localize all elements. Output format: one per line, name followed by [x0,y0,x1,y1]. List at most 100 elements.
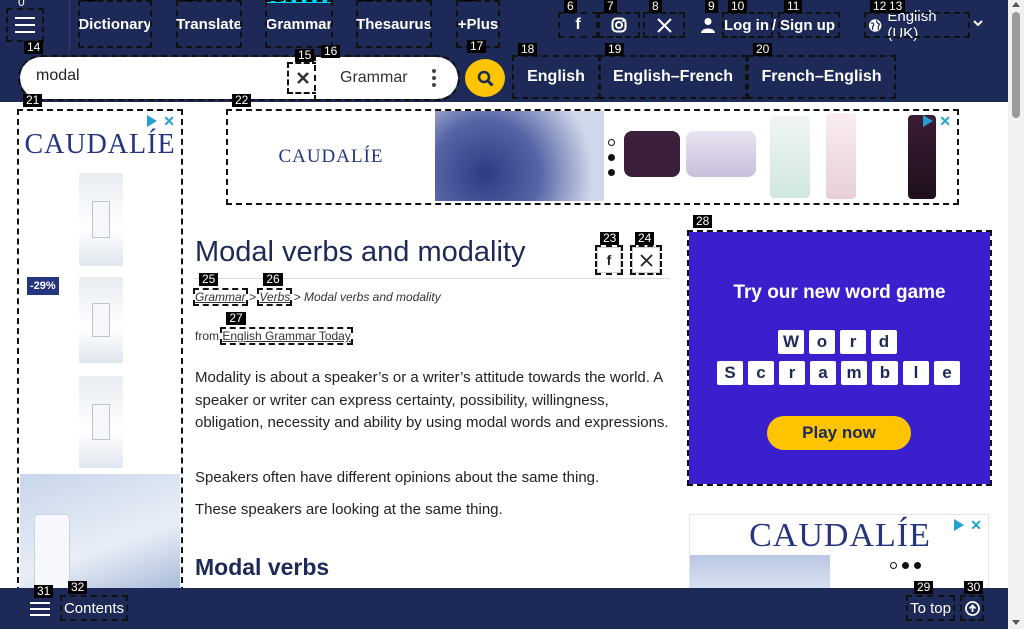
menu-icon[interactable]: 31 [30,585,54,617]
language-selector[interactable]: 12 13 English (UK) [864,0,970,42]
word-game-promo[interactable]: 28 Try our new word game W o r d S c r a… [687,215,992,486]
search-icon [477,70,494,87]
body-paragraph: Speakers often have different opinions a… [195,469,600,486]
badge: 31 [34,585,54,598]
product-image [79,277,123,363]
nav-label: Dictionary [78,15,152,33]
left-skyscraper-ad[interactable]: 21 ✕ CAUDALÍE -29% [17,94,183,593]
letter-tile: c [748,361,774,385]
x-icon [656,17,672,33]
source-line: from 27 English Grammar Today [195,312,353,345]
product-image [435,111,604,201]
x-icon [639,253,653,267]
nav-grammar[interactable]: 3 Grammar [265,0,333,48]
contents-button[interactable]: 32 Contents [60,581,128,621]
letter-tile: S [717,361,743,385]
login-link[interactable]: 10 Log in [722,0,773,38]
letter-tile: a [810,361,836,385]
scroll-top-icon-button[interactable]: 30 [960,581,984,621]
adchoices-icon[interactable] [923,115,935,127]
scroll-down-arrow-icon[interactable] [1012,620,1020,625]
signup-link[interactable]: 11 Sign up [778,0,840,38]
breadcrumb-separator: > [293,290,301,304]
badge: 5 [462,0,475,1]
badge: 13 [886,0,906,13]
chevron-down-icon [972,16,984,32]
nav-thesaurus[interactable]: 4 Thesaurus [356,0,432,48]
section-heading: Modal verbs [195,554,330,580]
instagram-icon [611,17,627,33]
search-input[interactable] [36,67,286,85]
carousel-dots[interactable] [608,139,618,184]
source-link[interactable]: 27 English Grammar Today [220,312,353,345]
tab-english[interactable]: 18 English [512,43,600,99]
signup-label: Sign up [780,16,835,34]
letter-tile: o [809,330,835,354]
badge: 4 [362,0,375,1]
brand-logo: CAUDALÍE [278,146,384,167]
product-image [686,131,756,177]
letter-tile: l [903,361,929,385]
top-banner-ad[interactable]: 22 CAUDALÍE ✕ [226,94,959,205]
letter-tile: m [841,361,867,385]
divider [69,0,70,52]
language-label: English (UK) [887,8,937,42]
badge: 3 [271,0,284,1]
to-top-label: To top [910,599,951,617]
brand-logo: CAUDALÍE [24,129,176,160]
letter-tile: r [840,330,866,354]
to-top-button[interactable]: 29 To top [906,581,955,621]
search-button[interactable]: 17 [465,40,505,97]
carousel-dots[interactable] [890,562,921,569]
scrollbar[interactable] [1008,0,1024,629]
share-x-button[interactable]: 24 [630,232,662,275]
breadcrumb-current: Modal verbs and modality [303,290,441,304]
breadcrumb-separator: > [249,290,257,304]
dictionary-label: Grammar [340,69,408,86]
nav-dictionary[interactable]: 1 Dictionary [78,0,152,48]
instagram-link[interactable]: 7 [598,0,640,38]
search-field[interactable]: 14 [18,41,318,101]
product-image [79,376,123,468]
badge: 6 [564,0,577,13]
badge: 32 [68,581,88,594]
close-icon [296,72,309,84]
breadcrumb-verbs[interactable]: 26 Verbs [257,273,293,306]
share-facebook-button[interactable]: 23 f [595,232,623,275]
source-prefix: from [195,329,219,343]
ad-controls: ✕ [147,114,175,128]
badge: 2 [182,0,195,1]
tab-english-french[interactable]: 19 English–French [599,43,747,99]
dictionary-selector[interactable]: 16 Grammar [314,45,460,101]
adchoices-icon[interactable] [147,115,159,127]
close-ad-icon[interactable]: ✕ [939,114,951,128]
tab-french-english[interactable]: 20 French–English [747,43,896,99]
nav-translate[interactable]: 2 Translate [176,0,242,48]
scrollbar-thumb[interactable] [1012,12,1020,118]
play-now-button[interactable]: Play now [767,416,911,450]
right-display-ad[interactable]: CAUDALÍE ✕ [689,514,989,595]
x-link[interactable]: 8 [643,0,685,38]
product-image [908,115,936,199]
clear-search-button[interactable]: 15 [287,49,318,94]
tab-label: English [527,68,585,85]
badge: 9 [705,0,718,13]
product-image [624,131,680,177]
product-image [770,116,810,198]
menu-button[interactable]: 0 [6,0,44,42]
badge: 30 [964,581,984,594]
adchoices-icon[interactable] [954,519,966,531]
badge: 25 [199,273,219,286]
login-label: Log in [724,16,769,34]
close-ad-icon[interactable]: ✕ [970,518,982,532]
facebook-link[interactable]: 6 f [558,0,598,38]
scroll-up-arrow-icon[interactable] [1012,2,1020,7]
breadcrumb-grammar[interactable]: 25 Grammar [193,273,248,306]
nav-label: Translate [176,15,242,33]
top-bar: 0 1 Dictionary 2 Translate 3 Grammar 4 T… [0,0,1008,52]
close-ad-icon[interactable]: ✕ [163,114,175,128]
body-paragraph: Modality is about a speaker’s or a write… [195,369,669,431]
letter-tile: b [872,361,898,385]
product-image [20,474,180,590]
badge: 1 [84,0,97,1]
